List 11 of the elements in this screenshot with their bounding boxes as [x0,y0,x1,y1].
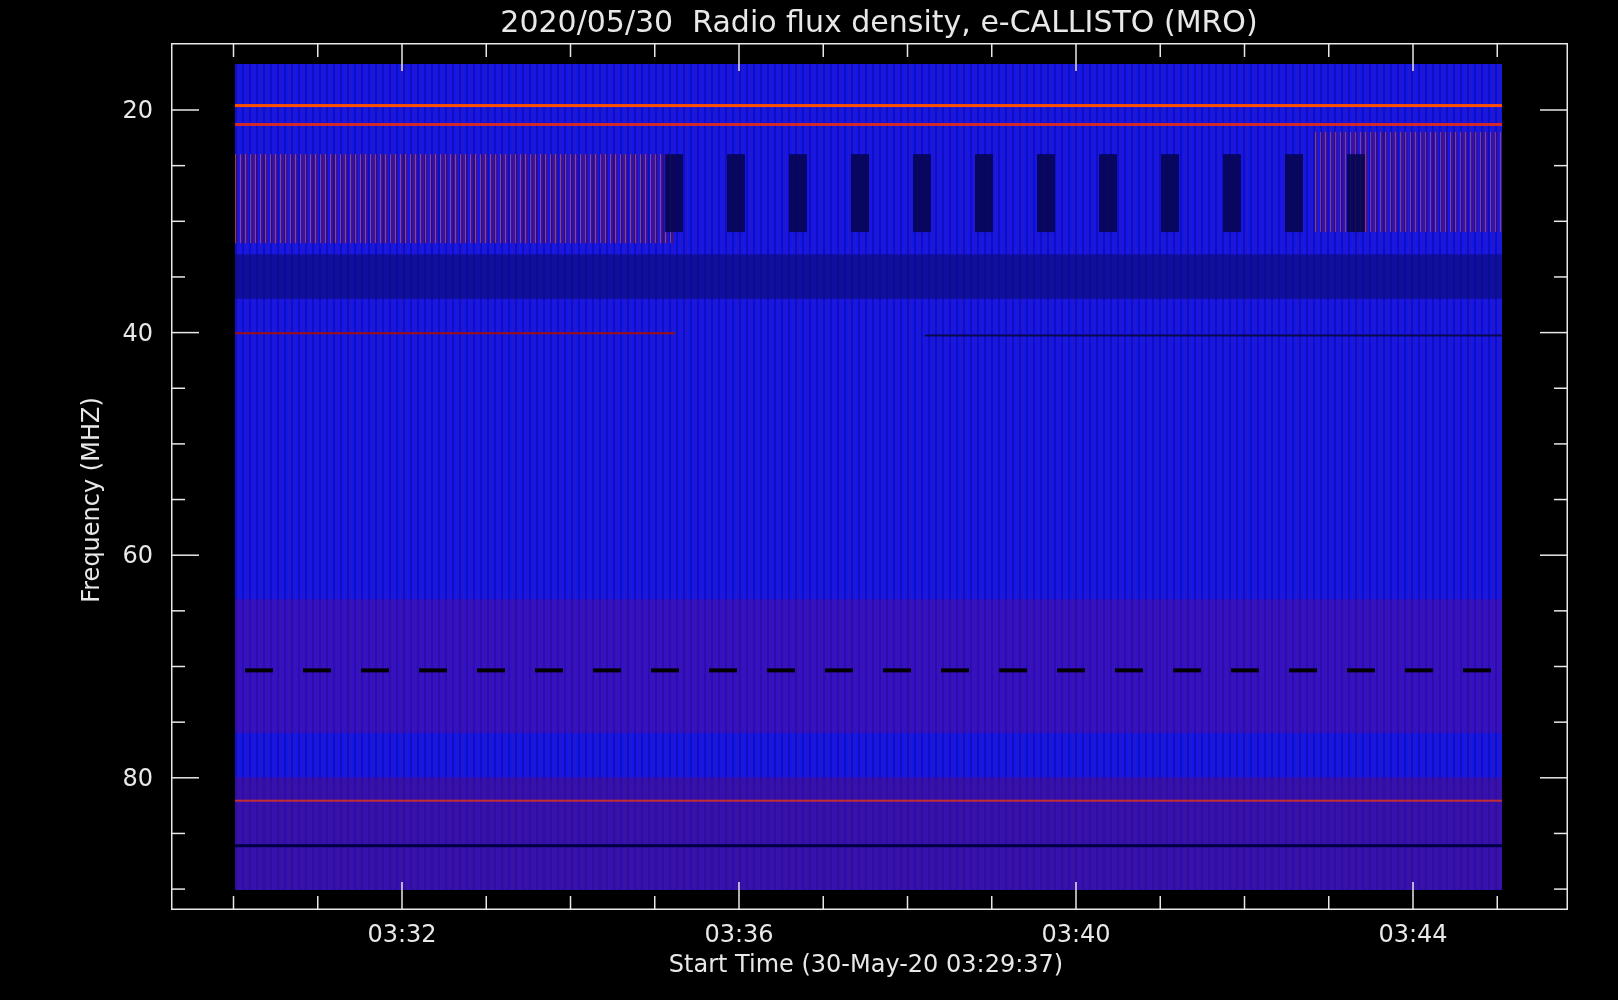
y-tick-label: 40 [121,320,153,345]
x-tick-label: 03:44 [1377,922,1449,946]
x-tick-label: 03:32 [366,922,438,946]
y-tick-label: 20 [121,98,153,122]
y-tick-label: 60 [121,543,153,568]
x-tick-label: 03:36 [703,922,775,946]
y-tick-label: 80 [121,765,153,790]
y-axis-title: Frequency (MHZ) [79,396,103,605]
x-axis-title: Start Time (30-May-20 03:29:37) [667,952,1065,976]
x-tick-label: 03:40 [1040,922,1112,946]
chart-title: 2020/05/30 Radio flux density, e-CALLISTO (MRO) [500,6,1258,37]
